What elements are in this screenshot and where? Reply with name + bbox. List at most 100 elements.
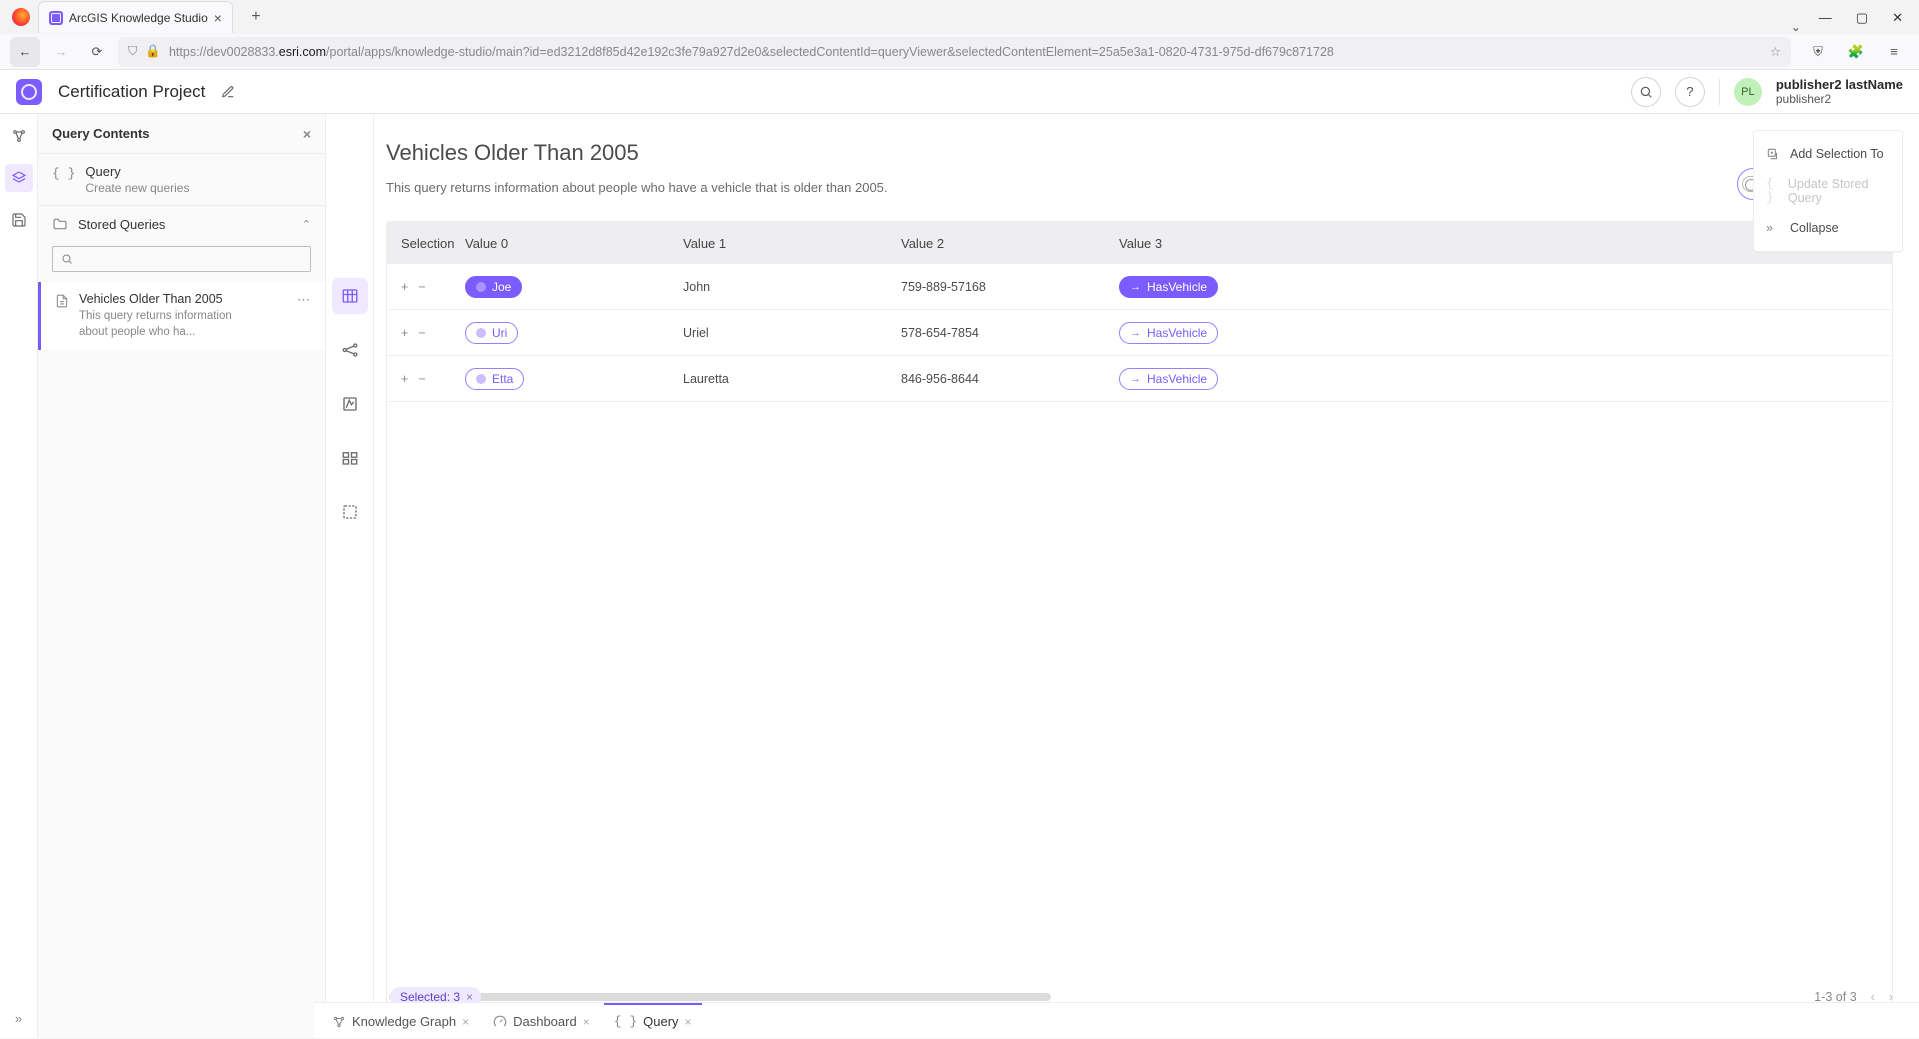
col-header-value0[interactable]: Value 0: [465, 236, 683, 251]
cell-value1: Uriel: [683, 326, 901, 340]
stored-queries-section[interactable]: Stored Queries ⌃: [38, 206, 325, 242]
stored-query-more-icon[interactable]: ⋯: [297, 292, 311, 308]
entity-dot-icon: [476, 374, 486, 384]
remove-selection-icon[interactable]: −: [418, 280, 425, 294]
col-header-value1[interactable]: Value 1: [683, 236, 901, 251]
side-panel-header: Query Contents ×: [38, 114, 325, 154]
url-prefix: https://dev0028833.: [169, 45, 279, 59]
firefox-icon: [12, 8, 30, 26]
add-selection-icon[interactable]: +: [401, 372, 408, 386]
back-button[interactable]: ←: [10, 37, 40, 67]
url-domain: esri.com: [279, 45, 326, 59]
menu-icon[interactable]: ≡: [1879, 37, 1909, 67]
collapse-icon: »: [1766, 221, 1782, 235]
view-map-button[interactable]: [332, 386, 368, 422]
app-header: Certification Project ? PL publisher2 la…: [0, 70, 1919, 114]
remove-selection-icon[interactable]: −: [418, 372, 425, 386]
view-graph-button[interactable]: [332, 332, 368, 368]
table-row[interactable]: +− Uri Uriel 578-654-7854 →HasVehicle: [387, 310, 1892, 356]
results-grid: Selection Value 0 Value 1 Value 2 Value …: [386, 221, 1893, 1038]
rail-model-icon[interactable]: [5, 122, 33, 150]
braces-icon: { }: [614, 1014, 637, 1029]
entity-chip[interactable]: Joe: [465, 276, 522, 298]
user-shortname: publisher2: [1776, 92, 1903, 106]
help-button[interactable]: ?: [1675, 77, 1705, 107]
shield-icon: ⛉: [128, 44, 137, 59]
gauge-icon: [493, 1015, 507, 1029]
left-rail: »: [0, 114, 38, 1038]
tabs-dropdown-icon[interactable]: ⌄: [1791, 20, 1801, 34]
remove-selection-icon[interactable]: −: [418, 326, 425, 340]
tab-knowledge-graph[interactable]: Knowledge Graph ×: [322, 1003, 479, 1039]
forward-button[interactable]: →: [46, 37, 76, 67]
stored-query-desc: This query returns information about peo…: [79, 309, 259, 340]
bottom-tabs: Knowledge Graph × Dashboard × { } Query …: [314, 1002, 1919, 1038]
entity-chip[interactable]: Etta: [465, 368, 524, 390]
stored-query-item[interactable]: Vehicles Older Than 2005 This query retu…: [38, 282, 325, 350]
app-body: » Query Contents × { } Query Create new …: [0, 114, 1919, 1038]
tab-favicon-icon: [49, 11, 63, 25]
close-window-icon[interactable]: ✕: [1892, 10, 1903, 26]
tab-close-icon[interactable]: ×: [214, 10, 222, 26]
document-icon: [55, 294, 69, 308]
close-tab-icon[interactable]: ×: [583, 1015, 590, 1029]
tab-title: ArcGIS Knowledge Studio: [69, 11, 208, 25]
user-block[interactable]: publisher2 lastName publisher2: [1776, 77, 1903, 107]
tab-strip: ArcGIS Knowledge Studio × +: [38, 0, 269, 34]
table-row[interactable]: +− Joe John 759-889-57168 →HasVehicle: [387, 264, 1892, 310]
table-row[interactable]: +− Etta Lauretta 846-956-8644 →HasVehicl…: [387, 356, 1892, 402]
rail-save-icon[interactable]: [5, 206, 33, 234]
url-bar[interactable]: ⛉ 🔒 https://dev0028833.esri.com/portal/a…: [118, 37, 1791, 67]
maximize-icon[interactable]: ▢: [1856, 10, 1868, 26]
search-input[interactable]: [79, 252, 302, 266]
relation-chip[interactable]: →HasVehicle: [1119, 276, 1218, 298]
add-selection-to-button[interactable]: Add Selection To: [1754, 139, 1902, 169]
page-description: This query returns information about peo…: [386, 180, 1893, 195]
reload-button[interactable]: ⟳: [82, 37, 112, 67]
update-stored-query-button: { } Update Stored Query: [1754, 169, 1902, 213]
new-tab-button[interactable]: +: [243, 4, 269, 30]
view-cards-button[interactable]: [332, 440, 368, 476]
folder-icon: [52, 216, 68, 232]
cell-value2: 578-654-7854: [901, 326, 1119, 340]
view-table-button[interactable]: [332, 278, 368, 314]
add-selection-icon[interactable]: +: [401, 326, 408, 340]
search-button[interactable]: [1631, 77, 1661, 107]
stored-queries-search[interactable]: [52, 246, 311, 272]
collapse-section-icon[interactable]: ⌃: [302, 218, 311, 231]
arrow-icon: →: [1130, 373, 1141, 385]
add-selection-icon[interactable]: +: [401, 280, 408, 294]
tab-query[interactable]: { } Query ×: [604, 1003, 702, 1039]
cell-value2: 759-889-57168: [901, 280, 1119, 294]
relation-chip[interactable]: →HasVehicle: [1119, 368, 1218, 390]
grid-header: Selection Value 0 Value 1 Value 2 Value …: [387, 222, 1892, 264]
project-title: Certification Project: [58, 82, 205, 102]
minimize-icon[interactable]: —: [1819, 10, 1832, 26]
col-header-value2[interactable]: Value 2: [901, 236, 1119, 251]
relation-chip[interactable]: →HasVehicle: [1119, 322, 1218, 344]
col-header-selection[interactable]: Selection: [387, 236, 465, 251]
view-geo-button[interactable]: [332, 494, 368, 530]
browser-titlebar: ArcGIS Knowledge Studio × + ⌄ — ▢ ✕: [0, 0, 1919, 34]
page-title: Vehicles Older Than 2005: [386, 140, 1893, 166]
rail-expand-icon[interactable]: »: [15, 1011, 22, 1026]
avatar[interactable]: PL: [1734, 78, 1762, 106]
rail-layers-icon[interactable]: [5, 164, 33, 192]
browser-tab[interactable]: ArcGIS Knowledge Studio ×: [38, 1, 233, 33]
stored-query-title: Vehicles Older Than 2005: [79, 292, 259, 306]
main-area: Vehicles Older Than 2005 This query retu…: [326, 114, 1919, 1038]
entity-chip[interactable]: Uri: [465, 322, 518, 344]
query-card[interactable]: { } Query Create new queries: [38, 154, 325, 206]
close-panel-icon[interactable]: ×: [303, 126, 311, 142]
save-pocket-icon[interactable]: ⛨: [1803, 37, 1833, 67]
braces-icon: { }: [1766, 177, 1780, 205]
close-tab-icon[interactable]: ×: [685, 1015, 692, 1029]
extensions-icon[interactable]: 🧩: [1841, 37, 1871, 67]
close-tab-icon[interactable]: ×: [462, 1015, 469, 1029]
entity-dot-icon: [476, 282, 486, 292]
tab-dashboard[interactable]: Dashboard ×: [483, 1003, 600, 1039]
collapse-panel-button[interactable]: » Collapse: [1754, 213, 1902, 243]
entity-dot-icon: [476, 328, 486, 338]
bookmark-icon[interactable]: ☆: [1770, 44, 1781, 59]
edit-title-icon[interactable]: [221, 85, 235, 99]
